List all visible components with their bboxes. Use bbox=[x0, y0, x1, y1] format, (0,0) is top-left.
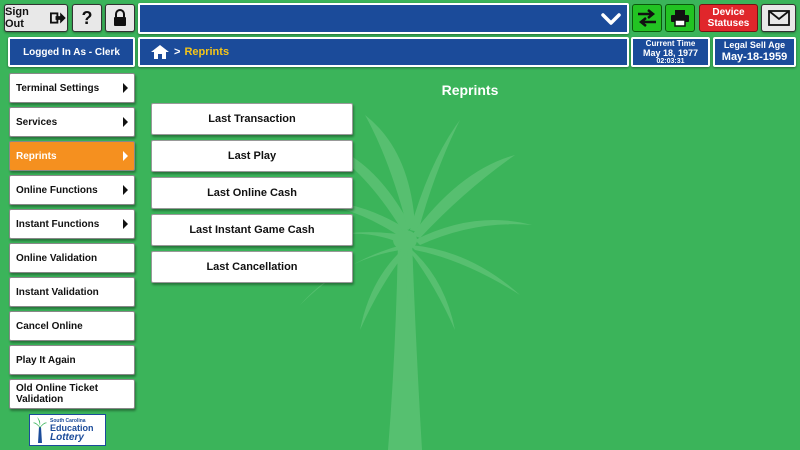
transfer-button[interactable] bbox=[632, 4, 662, 32]
last-transaction-button[interactable]: Last Transaction bbox=[151, 103, 353, 135]
current-date-value: May 18, 1977 bbox=[642, 47, 699, 58]
sidebar-item-label: Old Online Ticket Validation bbox=[16, 383, 99, 405]
print-button[interactable] bbox=[665, 4, 695, 32]
sidebar-item-cancel-online[interactable]: Cancel Online bbox=[9, 311, 135, 341]
page-title: Reprints bbox=[441, 82, 499, 98]
chevron-down-icon bbox=[601, 13, 621, 25]
device-statuses-line1: Device bbox=[712, 7, 745, 18]
help-icon: ? bbox=[81, 7, 93, 28]
sidebar-item-label: Cancel Online bbox=[16, 320, 83, 332]
chevron-right-icon bbox=[123, 185, 128, 195]
sign-out-label: Sign Out bbox=[5, 6, 29, 30]
sidebar-item-label: Play It Again bbox=[16, 354, 76, 366]
sc-education-lottery-logo: South Carolina Education Lottery bbox=[29, 414, 106, 446]
lock-button[interactable] bbox=[105, 4, 135, 32]
printer-icon bbox=[671, 10, 689, 27]
sidebar-item-instant-functions[interactable]: Instant Functions bbox=[9, 209, 135, 239]
chevron-right-icon bbox=[123, 117, 128, 127]
logged-in-user-box: Logged In As - Clerk bbox=[8, 37, 135, 67]
transfer-arrows-icon bbox=[638, 9, 656, 27]
envelope-icon bbox=[767, 10, 790, 26]
sidebar-item-old-online-ticket-validation[interactable]: Old Online Ticket Validation bbox=[9, 379, 135, 409]
sign-out-button[interactable]: Sign Out bbox=[4, 4, 68, 32]
game-selector-dropdown[interactable] bbox=[138, 3, 629, 34]
sidebar-item-label: Instant Validation bbox=[16, 286, 99, 298]
last-instant-game-cash-button[interactable]: Last Instant Game Cash bbox=[151, 214, 353, 246]
sign-out-icon bbox=[50, 12, 67, 24]
sidebar-item-label: Instant Functions bbox=[16, 218, 100, 230]
sidebar-item-label: Online Functions bbox=[16, 184, 98, 196]
last-cancellation-button[interactable]: Last Cancellation bbox=[151, 251, 353, 283]
help-button[interactable]: ? bbox=[72, 4, 102, 32]
logged-in-label: Logged In As - Clerk bbox=[23, 46, 120, 58]
last-online-cash-button[interactable]: Last Online Cash bbox=[151, 177, 353, 209]
legal-sell-age-label: Legal Sell Age bbox=[723, 40, 786, 50]
sidebar-item-label: Online Validation bbox=[16, 252, 98, 264]
legal-sell-age-box: Legal Sell Age May-18-1959 bbox=[713, 37, 796, 67]
device-statuses-button[interactable]: Device Statuses bbox=[699, 4, 758, 32]
chevron-right-icon bbox=[123, 83, 128, 93]
sidebar-item-services[interactable]: Services bbox=[9, 107, 135, 137]
last-play-button[interactable]: Last Play bbox=[151, 140, 353, 172]
sidebar-item-play-it-again[interactable]: Play It Again bbox=[9, 345, 135, 375]
breadcrumb: > Reprints bbox=[138, 37, 629, 67]
sidebar-item-reprints[interactable]: Reprints bbox=[9, 141, 135, 171]
sidebar-item-instant-validation[interactable]: Instant Validation bbox=[9, 277, 135, 307]
sidebar-item-label: Terminal Settings bbox=[16, 82, 100, 94]
chevron-right-icon bbox=[123, 151, 128, 161]
palmetto-logo-icon bbox=[33, 417, 47, 443]
breadcrumb-separator: > bbox=[174, 46, 181, 58]
sidebar-item-label: Reprints bbox=[16, 150, 57, 162]
breadcrumb-current: Reprints bbox=[184, 46, 230, 58]
lock-icon bbox=[114, 9, 126, 26]
sidebar-item-online-validation[interactable]: Online Validation bbox=[9, 243, 135, 273]
messages-button[interactable] bbox=[761, 4, 796, 32]
sidebar-item-online-functions[interactable]: Online Functions bbox=[9, 175, 135, 205]
sidebar-item-terminal-settings[interactable]: Terminal Settings bbox=[9, 73, 135, 103]
current-time-label: Current Time bbox=[645, 38, 696, 48]
home-icon[interactable] bbox=[150, 44, 170, 60]
current-time-box: Current Time May 18, 1977 02:03:31 bbox=[631, 37, 710, 67]
logo-line3: Lottery bbox=[50, 432, 84, 443]
current-time-value: 02:03:31 bbox=[656, 57, 685, 65]
chevron-right-icon bbox=[123, 219, 128, 229]
sidebar-item-label: Services bbox=[16, 116, 58, 128]
device-statuses-line2: Statuses bbox=[707, 18, 750, 29]
legal-sell-age-value: May-18-1959 bbox=[721, 51, 788, 63]
